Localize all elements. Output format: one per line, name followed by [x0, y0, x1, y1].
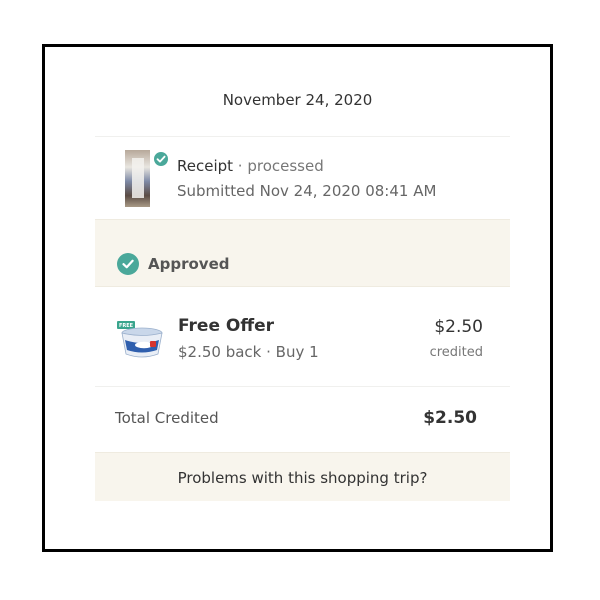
- approval-status-label: Approved: [148, 255, 230, 273]
- receipt-card: November 24, 2020 Receipt · processed Su…: [42, 44, 553, 552]
- receipt-status: processed: [247, 157, 324, 175]
- offer-title: Free Offer: [178, 316, 275, 336]
- receipt-summary[interactable]: Receipt · processed Submitted Nov 24, 20…: [125, 149, 485, 209]
- offer-status: credited: [429, 345, 483, 360]
- offer-badge: FREE: [119, 323, 134, 329]
- trip-date: November 24, 2020: [222, 91, 373, 109]
- offer-item[interactable]: FREE Free Offer $2.50 back · Buy 1 $2.50…: [95, 289, 510, 385]
- total-credited-amount: $2.50: [423, 408, 477, 428]
- receipt-status-line: Receipt · processed: [177, 157, 324, 175]
- receipt-submitted-time: Submitted Nov 24, 2020 08:41 AM: [177, 182, 437, 200]
- receipt-processed-check-icon: [152, 150, 170, 168]
- divider: [95, 386, 510, 387]
- receipt-separator: ·: [233, 157, 248, 175]
- receipt-label: Receipt: [177, 157, 234, 175]
- receipt-thumbnail[interactable]: [125, 150, 150, 207]
- divider: [95, 136, 510, 137]
- approval-banner: Approved: [95, 219, 510, 287]
- offer-amount: $2.50: [434, 317, 483, 337]
- approved-check-icon: [117, 253, 139, 275]
- offer-details: $2.50 back · Buy 1: [178, 343, 319, 361]
- total-credited-label: Total Credited: [115, 409, 219, 427]
- help-section: Problems with this shopping trip?: [95, 452, 510, 501]
- report-problem-link[interactable]: Problems with this shopping trip?: [95, 469, 510, 487]
- product-tub-icon: FREE: [117, 321, 163, 358]
